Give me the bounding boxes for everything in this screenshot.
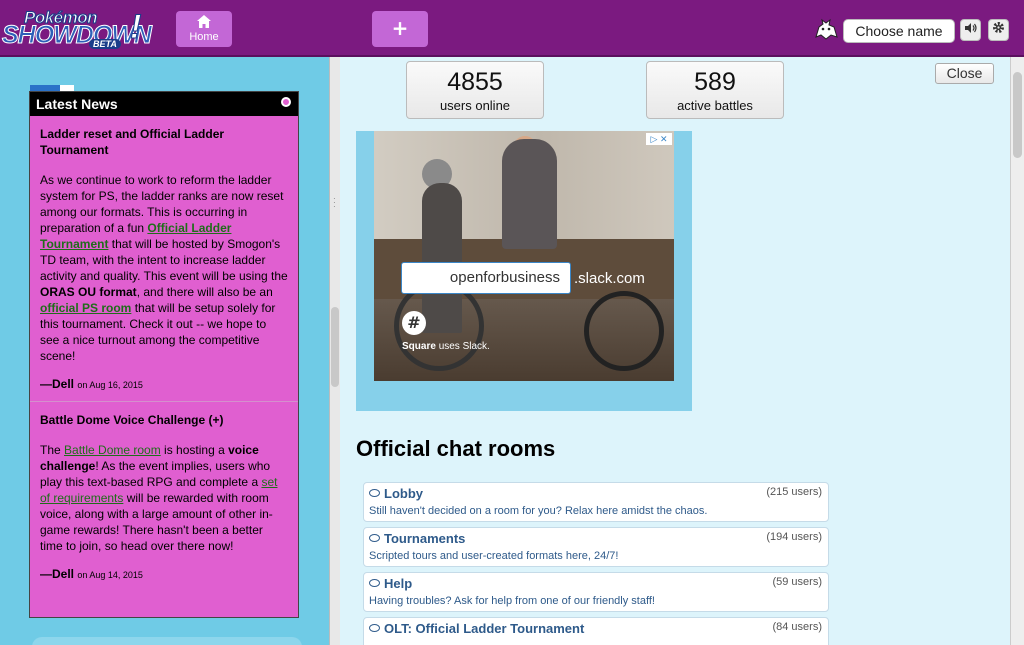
main-scroll-thumb[interactable]	[1013, 72, 1022, 158]
slack-logo-icon: #	[402, 311, 426, 335]
room-olt[interactable]: OLT: Official Ladder Tournament (84 user…	[363, 617, 829, 645]
logo-line2: SHOWDOWN	[2, 21, 153, 50]
official-chat-rooms-heading: Official chat rooms	[356, 436, 556, 461]
news-title: Latest News	[36, 96, 118, 112]
news-item: Battle Dome Voice Challenge (+) The Batt…	[30, 402, 298, 591]
room-lobby[interactable]: Lobby (215 users) Still haven't decided …	[363, 482, 829, 522]
close-button[interactable]: Close	[935, 63, 994, 84]
ad-url-field: openforbusiness	[401, 262, 571, 294]
room-user-count: (59 users)	[772, 576, 822, 588]
chat-bubble-icon	[369, 624, 380, 632]
news-item-byline: —Dell on Aug 16, 2015	[40, 377, 143, 391]
new-tab-button[interactable]: +	[372, 11, 428, 47]
left-panel: Latest News Ladder reset and Official La…	[0, 57, 329, 645]
chat-bubble-icon	[369, 489, 380, 497]
room-description: Still haven't decided on a room for you?…	[369, 505, 708, 517]
resize-handle-icon[interactable]: · · ·	[333, 195, 336, 211]
room-name: Lobby	[384, 486, 423, 501]
home-tab-button[interactable]: Home	[176, 11, 232, 47]
room-user-count: (215 users)	[766, 486, 822, 498]
chat-bubble-icon	[369, 534, 380, 542]
choose-name-button[interactable]: Choose name	[843, 19, 955, 43]
room-name: Help	[384, 576, 413, 591]
room-user-count: (194 users)	[766, 531, 822, 543]
left-panel-next-box	[32, 637, 302, 645]
users-online-box[interactable]: 4855 users online	[406, 61, 544, 119]
pokemon-showdown-logo[interactable]: Pokémon SHOWDOWN BETA !	[2, 6, 153, 54]
main-scrollbar[interactable]	[1010, 57, 1024, 645]
official-ps-room-link[interactable]: official PS room	[40, 301, 131, 315]
home-label: Home	[189, 31, 219, 43]
logo-beta-badge: BETA	[89, 39, 121, 49]
news-item-body: The Battle Dome room is hosting a voice …	[40, 443, 278, 553]
advertisement-box: openforbusiness .slack.com # Square uses…	[356, 131, 692, 411]
news-item: Ladder reset and Official Ladder Tournam…	[30, 116, 298, 402]
room-tournaments[interactable]: Tournaments (194 users) Scripted tours a…	[363, 527, 829, 567]
sound-button[interactable]	[960, 19, 981, 41]
ad-domain: .slack.com	[574, 270, 645, 287]
news-item-byline: —Dell on Aug 14, 2015	[40, 567, 143, 581]
room-help[interactable]: Help (59 users) Having troubles? Ask for…	[363, 572, 829, 612]
news-settings-icon[interactable]	[281, 97, 291, 107]
ad-tagline: Square uses Slack.	[402, 341, 490, 352]
logo-bang: !	[129, 8, 142, 47]
adchoices-icon[interactable]: ▷ ✕	[646, 133, 672, 145]
header-bar: Pokémon SHOWDOWN BETA ! Home + Choose na…	[0, 0, 1024, 57]
gear-icon	[993, 22, 1004, 33]
active-battles-label: active battles	[677, 98, 753, 113]
news-header: Latest News	[30, 92, 298, 116]
house-icon	[176, 15, 232, 29]
room-description: Scripted tours and user-created formats …	[369, 550, 619, 562]
latest-news-box: Latest News Ladder reset and Official La…	[29, 91, 299, 618]
active-battles-count: 589	[694, 68, 736, 96]
battle-dome-room-link[interactable]: Battle Dome room	[64, 443, 161, 457]
room-name: OLT: Official Ladder Tournament	[384, 621, 585, 636]
main-panel: 4855 users online 589 active battles Clo…	[340, 57, 1010, 645]
panel-divider-scrollbar[interactable]: · · ·	[329, 57, 340, 645]
room-description: Having troubles? Ask for help from one o…	[369, 595, 655, 607]
settings-button[interactable]	[988, 19, 1009, 41]
users-online-label: users online	[439, 98, 511, 113]
news-item-title: Ladder reset and Official Ladder Tournam…	[40, 127, 225, 157]
room-user-count: (84 users)	[772, 621, 822, 633]
active-battles-box[interactable]: 589 active battles	[646, 61, 784, 119]
trainer-avatar-icon[interactable]	[813, 17, 839, 41]
chat-bubble-icon	[369, 579, 380, 587]
news-item-body: As we continue to work to reform the lad…	[40, 173, 288, 363]
news-item-title: Battle Dome Voice Challenge (+)	[40, 413, 224, 427]
room-name: Tournaments	[384, 531, 466, 546]
ad-image[interactable]: openforbusiness .slack.com # Square uses…	[374, 131, 674, 381]
users-online-count: 4855	[447, 68, 503, 96]
speaker-icon	[965, 23, 977, 33]
left-scroll-thumb[interactable]	[331, 307, 339, 387]
